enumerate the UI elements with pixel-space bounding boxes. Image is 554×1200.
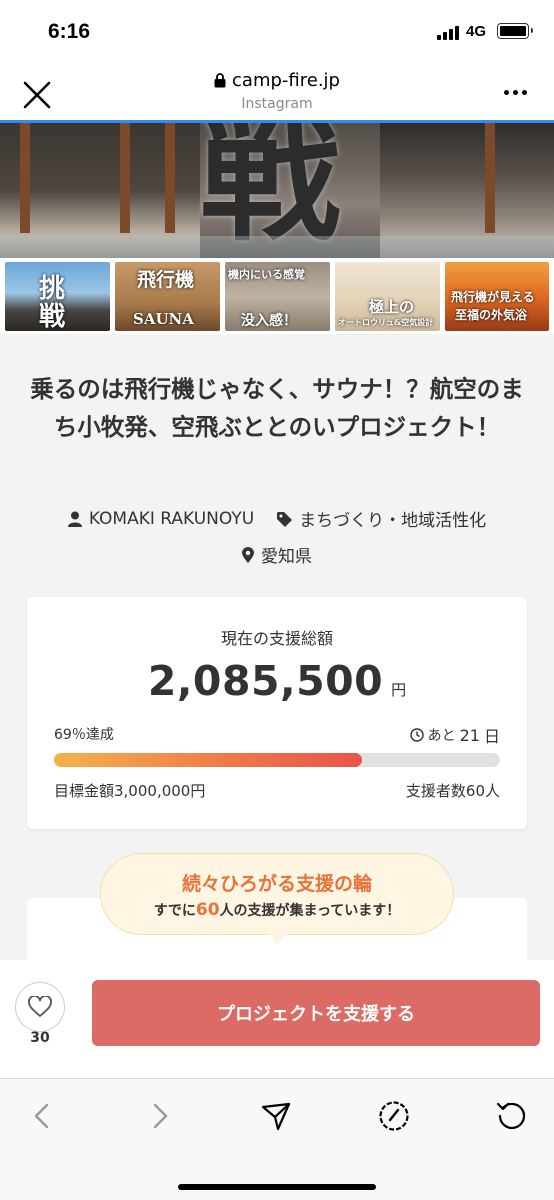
thumbnail-caption: 飛行機が見える [451, 290, 535, 304]
days-unit: 日 [483, 727, 500, 746]
url-area[interactable]: camp-fire.jp Instagram [0, 70, 554, 112]
like-count: 30 [30, 1030, 50, 1046]
days-value: 21 [459, 725, 480, 745]
bubble-subtitle: すでに60人の支援が集まっています！ [101, 900, 453, 920]
days-remaining: あと 21 日 [409, 723, 500, 747]
thumbnail-loyly[interactable]: 極上の オートロウリュ&空気設計 [335, 262, 440, 331]
pin-icon [242, 546, 254, 563]
thumbnail-caption: 没入感！ [241, 313, 297, 329]
funding-progress-bar [54, 753, 500, 767]
compass-icon[interactable] [377, 1099, 411, 1133]
bubble-tail [268, 934, 286, 945]
like-button[interactable] [15, 982, 65, 1032]
thumbnail-outdoor-bath[interactable]: 飛行機が見える 至福の外気浴 [445, 262, 549, 331]
forward-icon[interactable] [143, 1099, 177, 1133]
amount-value: 2,085,500 [147, 657, 384, 705]
funding-amount: 2,085,500 円 [27, 657, 527, 705]
hero-beam [20, 123, 30, 233]
hero-image: 戦 [0, 123, 554, 258]
thumbnail-caption: オートロウリュ&空気設計 [338, 317, 434, 327]
hero-beam [120, 123, 130, 233]
clock-icon [409, 728, 424, 742]
backer-count: 支援者数60人 [405, 782, 500, 800]
thumbnail-caption: SAUNA [133, 310, 194, 328]
supporters-bubble: 続々ひろがる支援の輪 すでに60人の支援が集まっています！ [100, 853, 454, 935]
percent-label: ％達成 [71, 727, 114, 743]
lock-icon [214, 73, 226, 88]
user-icon [67, 511, 82, 527]
url-subtitle: Instagram [241, 96, 313, 112]
bubble-title: 続々ひろがる支援の輪 [181, 873, 372, 895]
signal-icon [437, 26, 461, 40]
thumbnail-caption: 戦 [39, 302, 66, 331]
heart-icon [28, 996, 52, 1017]
status-time: 6:16 [48, 20, 91, 43]
tag-icon [277, 511, 293, 527]
bubble-suffix: 人の支援が集まっています！ [219, 903, 401, 919]
thumbnail-challenge[interactable]: 挑 戦 [5, 262, 110, 331]
url-text: camp-fire.jp [232, 70, 340, 91]
support-project-button[interactable]: プロジェクトを支援する [92, 980, 540, 1046]
thumbnail-airplane-sauna[interactable]: 飛行機 SAUNA [115, 262, 220, 331]
days-prefix: あと [427, 728, 456, 744]
action-bar: 30 プロジェクトを支援する [0, 960, 554, 1078]
thumbnail-caption: 機内にいる感覚 [228, 268, 305, 281]
bubble-prefix: すでに [153, 903, 196, 919]
project-content: 乗るのは飛行機じゃなく、サウナ！？航空のまち小牧発、空飛ぶととのいプロジェクト！… [0, 334, 554, 978]
thumbnail-caption: 極上の [369, 298, 415, 316]
hero-water [0, 236, 554, 258]
project-location[interactable]: 愛知県 [242, 542, 312, 567]
funding-label: 現在の支援総額 [220, 629, 333, 648]
achievement-rate: 69％達成 [54, 724, 114, 744]
browser-toolbar [0, 1078, 554, 1200]
location-label: 愛知県 [261, 547, 312, 567]
thumbnail-strip: 挑 戦 飛行機 SAUNA 機内にいる感覚 没入感！ 極上の オートロウリュ&空… [0, 258, 554, 334]
funding-card: 現在の支援総額 2,085,500 円 69％達成 あと 21 日 目標金額3,000… [27, 597, 527, 829]
status-bar: 6:16 4G [0, 0, 554, 64]
browser-header: camp-fire.jp Instagram [0, 64, 554, 120]
home-indicator [178, 1184, 376, 1190]
percent-value: 69 [54, 727, 72, 743]
project-title: 乗るのは飛行機じゃなく、サウナ！？航空のまち小牧発、空飛ぶととのいプロジェクト！ [30, 375, 524, 441]
share-icon[interactable] [259, 1099, 293, 1133]
thumbnail-caption: 至福の外気浴 [455, 308, 528, 322]
project-meta: KOMAKI RAKUNOYU まちづくり・地域活性化 [0, 506, 554, 531]
thumbnail-immersion[interactable]: 機内にいる感覚 没入感！ [225, 262, 330, 331]
category-label: まちづくり・地域活性化 [299, 511, 487, 531]
hero-beam [485, 123, 495, 233]
project-owner[interactable]: KOMAKI RAKUNOYU [67, 506, 255, 531]
reload-icon[interactable] [494, 1099, 528, 1133]
amount-unit: 円 [391, 681, 407, 699]
project-category[interactable]: まちづくり・地域活性化 [276, 506, 486, 531]
project-location-row: 愛知県 [0, 542, 554, 567]
more-icon[interactable] [504, 90, 528, 96]
network-label: 4G [466, 23, 487, 40]
bubble-count: 60 [195, 900, 220, 920]
owner-name: KOMAKI RAKUNOYU [88, 508, 255, 529]
back-icon[interactable] [25, 1099, 59, 1133]
funding-progress-fill [54, 753, 362, 767]
battery-icon [497, 23, 533, 39]
goal-amount: 目標金額3,000,000円 [54, 782, 206, 800]
hero-kanji: 戦 [200, 123, 341, 258]
thumbnail-caption: 飛行機 [137, 269, 195, 291]
hero-beam [165, 123, 175, 233]
